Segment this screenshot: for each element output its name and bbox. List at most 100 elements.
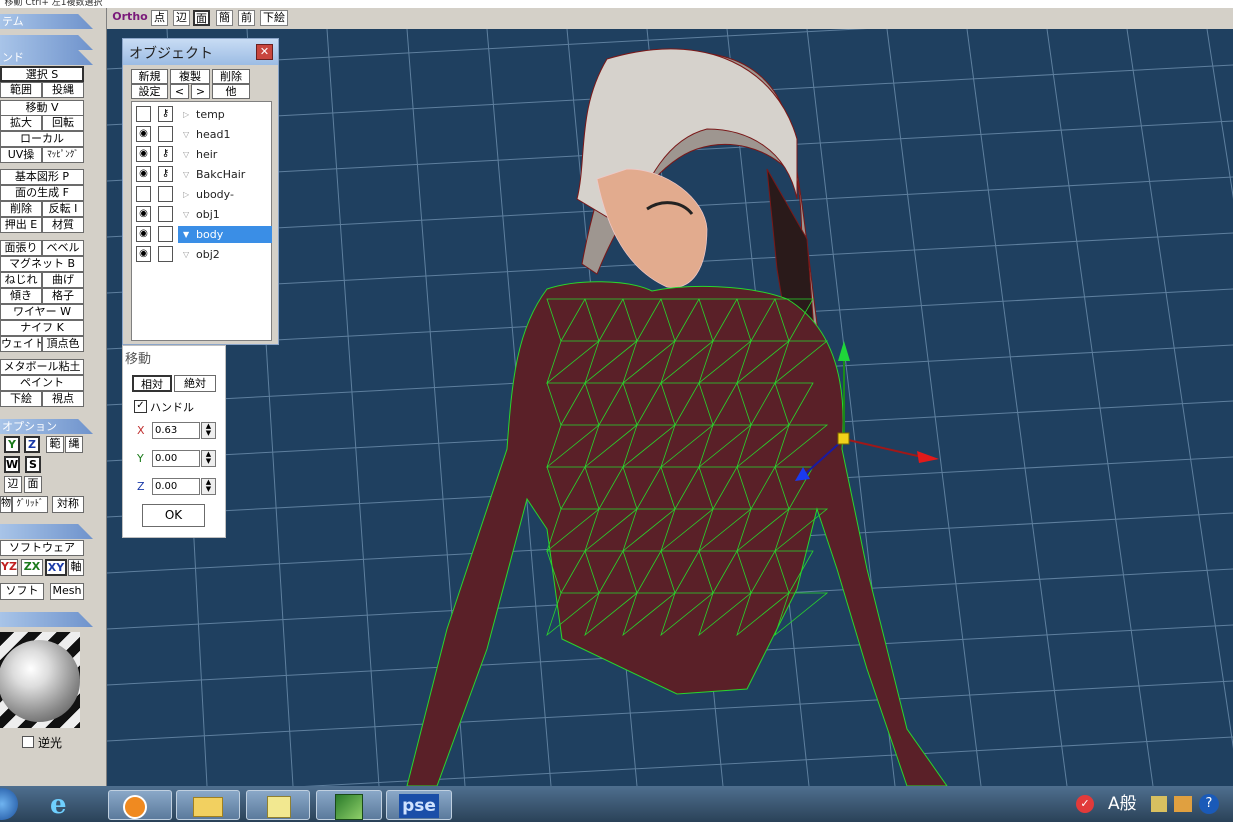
lattice-button[interactable]: 格子 bbox=[42, 288, 84, 304]
collapse-triangle-icon[interactable]: ▽ bbox=[183, 166, 189, 183]
mapping-button[interactable]: ﾏｯﾋﾟﾝｸﾞ bbox=[42, 147, 84, 163]
magnet-button[interactable]: マグネット B bbox=[0, 256, 84, 272]
section-header-material[interactable] bbox=[0, 612, 93, 627]
collapse-triangle-icon[interactable]: ▽ bbox=[183, 246, 189, 263]
lock-icon[interactable] bbox=[158, 246, 173, 262]
object-name[interactable]: ▽ head1 bbox=[178, 126, 272, 143]
underlay-toggle[interactable]: 下絵 bbox=[260, 10, 288, 26]
viewpoint-button[interactable]: 視点 bbox=[42, 391, 84, 407]
visibility-eye-icon[interactable]: ◉ bbox=[136, 226, 151, 242]
face-mesh[interactable] bbox=[596, 168, 708, 288]
option-rope-button[interactable]: 縄 bbox=[65, 436, 83, 453]
flip-button[interactable]: 反転 I bbox=[42, 201, 84, 217]
option-object-button[interactable]: 物 bbox=[0, 496, 12, 513]
axis-yz-button[interactable]: YZ bbox=[0, 559, 18, 576]
expand-triangle-icon[interactable]: ▼ bbox=[183, 226, 189, 243]
option-face-button[interactable]: 面 bbox=[24, 476, 42, 493]
ime-dictionary-icon[interactable] bbox=[1174, 796, 1192, 812]
visibility-eye-icon[interactable]: ◉ bbox=[136, 126, 151, 142]
visibility-eye-icon[interactable]: ◉ bbox=[136, 146, 151, 162]
ortho-toggle[interactable]: Ortho bbox=[111, 10, 149, 26]
object-row[interactable]: ◉ ▽ obj1 bbox=[132, 204, 271, 224]
lock-icon[interactable]: ⚷ bbox=[158, 146, 173, 162]
material-preview[interactable] bbox=[0, 632, 80, 728]
collapse-triangle-icon[interactable]: ▷ bbox=[183, 106, 189, 123]
taskbar-metasequoia-app[interactable] bbox=[316, 790, 382, 820]
object-row[interactable]: ◉ ▼ body bbox=[132, 224, 272, 244]
object-row[interactable]: ⚷ ▷ temp bbox=[132, 104, 271, 124]
y-spinner[interactable]: ▲ ▼ bbox=[201, 450, 216, 467]
option-w-button[interactable]: W bbox=[4, 456, 20, 473]
face-gen-button[interactable]: 面の生成 F bbox=[0, 185, 84, 201]
visibility-eye-icon[interactable] bbox=[136, 186, 151, 202]
close-icon[interactable]: ✕ bbox=[256, 44, 273, 60]
visibility-eye-icon[interactable]: ◉ bbox=[136, 206, 151, 222]
section-header-soft[interactable] bbox=[0, 524, 93, 539]
ime-toolbox-icon[interactable] bbox=[1151, 796, 1167, 812]
tilt-button[interactable]: 傾き bbox=[0, 288, 42, 304]
option-y-button[interactable]: Y bbox=[4, 436, 20, 453]
object-name[interactable]: ▼ body bbox=[178, 226, 272, 243]
visibility-eye-icon[interactable]: ◉ bbox=[136, 246, 151, 262]
vertex-color-button[interactable]: 頂点色 bbox=[42, 336, 84, 352]
metaball-button[interactable]: メタボール粘土 bbox=[0, 359, 84, 375]
option-z-button[interactable]: Z bbox=[24, 436, 40, 453]
lock-icon[interactable] bbox=[158, 226, 173, 242]
twist-button[interactable]: ねじれ bbox=[0, 272, 42, 288]
underlay-button[interactable]: 下絵 bbox=[0, 391, 42, 407]
option-grid-button[interactable]: ｸﾞﾘｯﾄﾞ bbox=[12, 496, 48, 513]
object-settings-button[interactable]: 設定 bbox=[131, 84, 168, 99]
z-value-input[interactable]: 0.00 bbox=[152, 478, 200, 495]
range-button[interactable]: 範囲 bbox=[0, 82, 42, 98]
lock-icon[interactable]: ⚷ bbox=[158, 166, 173, 182]
object-row[interactable]: ▷ ubody- bbox=[132, 184, 271, 204]
face-stretch-button[interactable]: 面張り bbox=[0, 240, 42, 256]
backlight-checkbox[interactable] bbox=[22, 736, 34, 748]
axis-xy-button[interactable]: XY bbox=[45, 559, 67, 576]
relative-button[interactable]: 相対 bbox=[132, 375, 172, 392]
handle-center[interactable] bbox=[837, 432, 850, 445]
ok-button[interactable]: OK bbox=[142, 504, 205, 527]
x-value-input[interactable]: 0.63 bbox=[152, 422, 200, 439]
local-button[interactable]: ローカル bbox=[0, 131, 84, 147]
section-header-command[interactable]: ンド bbox=[0, 50, 93, 65]
knife-button[interactable]: ナイフ K bbox=[0, 320, 84, 336]
delete-object-button[interactable]: 削除 bbox=[212, 69, 250, 84]
paint-button[interactable]: ペイント bbox=[0, 375, 84, 391]
object-dialog-titlebar[interactable]: オブジェクト ✕ bbox=[123, 39, 278, 65]
object-row[interactable]: ◉ ⚷ ▽ BakcHair bbox=[132, 164, 271, 184]
material-button[interactable]: 材質 bbox=[42, 217, 84, 233]
prev-object-button[interactable]: < bbox=[170, 84, 189, 99]
move-button[interactable]: 移動 V bbox=[0, 100, 84, 116]
start-orb-icon[interactable] bbox=[0, 788, 18, 820]
weight-button[interactable]: ウェイト bbox=[0, 336, 42, 352]
object-name[interactable]: ▷ temp bbox=[178, 106, 272, 123]
handle-y-arrow-icon[interactable] bbox=[838, 341, 850, 361]
software-button[interactable]: ソフトウェア bbox=[0, 540, 84, 556]
object-row[interactable]: ◉ ▽ obj2 bbox=[132, 244, 271, 264]
collapse-triangle-icon[interactable]: ▽ bbox=[183, 146, 189, 163]
object-name[interactable]: ▽ obj1 bbox=[178, 206, 272, 223]
object-name[interactable]: ▽ BakcHair bbox=[178, 166, 272, 183]
lock-icon[interactable] bbox=[158, 126, 173, 142]
duplicate-object-button[interactable]: 複製 bbox=[170, 69, 210, 84]
section-header-system[interactable]: テム bbox=[0, 14, 93, 29]
next-object-button[interactable]: > bbox=[191, 84, 210, 99]
point-mode-button[interactable]: 点 bbox=[151, 10, 168, 26]
taskbar-notes-app[interactable] bbox=[246, 790, 310, 820]
absolute-button[interactable]: 絶対 bbox=[174, 375, 216, 392]
other-menu-button[interactable]: 他 bbox=[212, 84, 250, 99]
uv-button[interactable]: UV操 bbox=[0, 147, 42, 163]
simple-mode-button[interactable]: 簡 bbox=[216, 10, 233, 26]
z-spinner[interactable]: ▲ ▼ bbox=[201, 478, 216, 495]
basic-shape-button[interactable]: 基本図形 P bbox=[0, 169, 84, 185]
face-mode-button[interactable]: 面 bbox=[193, 10, 210, 26]
option-symmetry-button[interactable]: 対称 bbox=[52, 496, 84, 513]
object-row[interactable]: ◉ ▽ head1 bbox=[132, 124, 271, 144]
object-row[interactable]: ◉ ⚷ ▽ heir bbox=[132, 144, 271, 164]
collapse-triangle-icon[interactable]: ▽ bbox=[183, 206, 189, 223]
wire-button[interactable]: ワイヤー W bbox=[0, 304, 84, 320]
mesh-button[interactable]: Mesh bbox=[50, 583, 84, 600]
visibility-eye-icon[interactable] bbox=[136, 106, 151, 122]
axis-button[interactable]: 軸 bbox=[68, 559, 84, 576]
